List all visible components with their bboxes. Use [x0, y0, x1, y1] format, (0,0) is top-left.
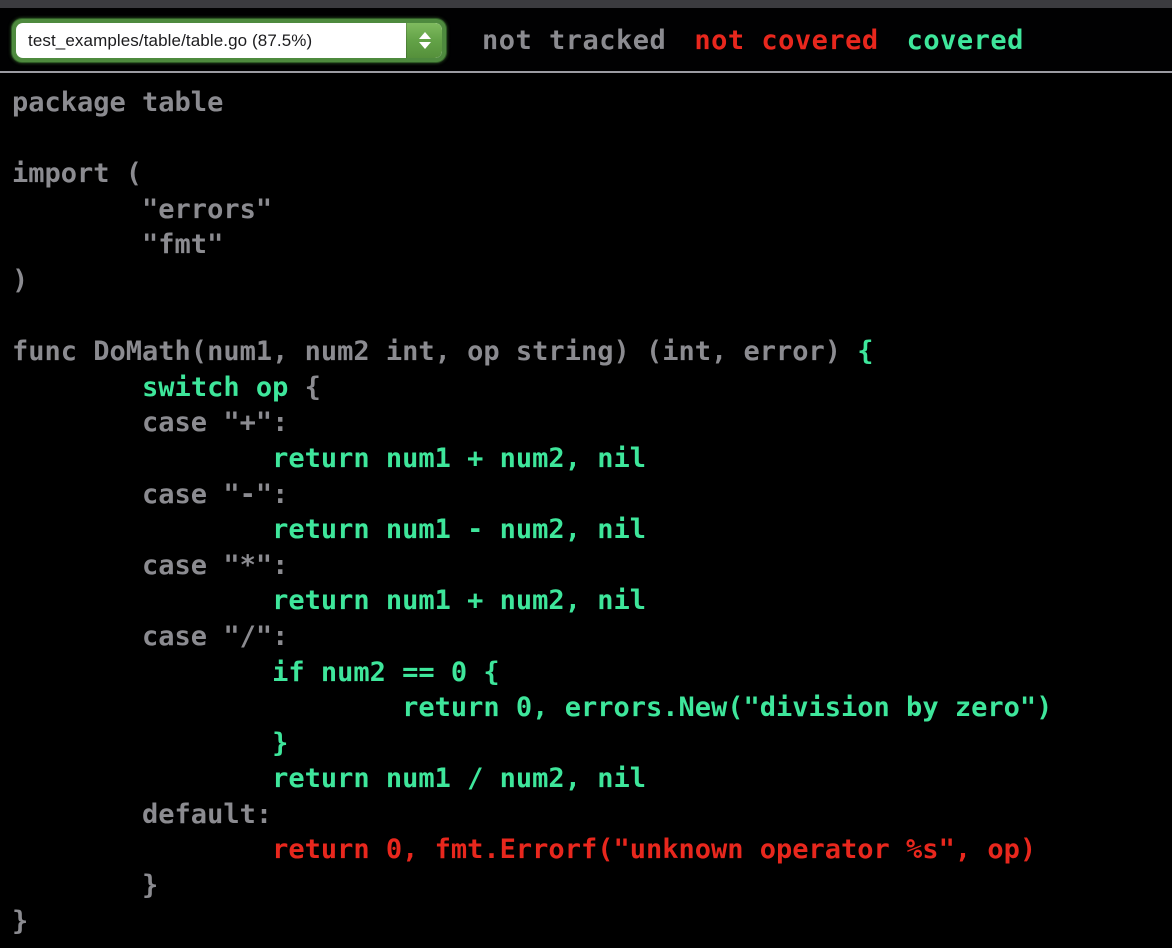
file-select-focus-ring: test_examples/table/table.go (87.5%) — [12, 19, 446, 62]
code-line: return 0, errors.New("division by zero") — [12, 690, 1172, 726]
code-segment-not-tracked: ) — [12, 264, 29, 296]
code-segment-not-tracked: case "/": — [12, 620, 289, 652]
window-title-strip — [0, 0, 1172, 8]
code-line: return num1 / num2, nil — [12, 761, 1172, 797]
code-segment-not-tracked: } — [12, 870, 159, 902]
code-line: } — [12, 904, 1172, 940]
code-segment-not-tracked — [12, 763, 272, 794]
coverage-legend: not tracked not covered covered — [482, 25, 1024, 56]
code-line: package table — [12, 85, 1172, 121]
code-segment-not-tracked: case "+": — [12, 407, 289, 439]
code-segment-not-tracked: "errors" — [12, 193, 273, 225]
code-segment-not-tracked: } — [12, 905, 29, 937]
code-segment-not-tracked — [12, 657, 272, 688]
file-select[interactable]: test_examples/table/table.go (87.5%) — [16, 23, 442, 58]
code-line: } — [12, 726, 1172, 762]
code-segment-not-tracked — [12, 728, 272, 759]
legend-item-not-tracked: not tracked — [482, 25, 667, 56]
code-line: return 0, fmt.Errorf("unknown operator %… — [12, 832, 1172, 868]
code-line: import ( — [12, 156, 1172, 192]
chevron-down-icon — [418, 42, 431, 49]
code-segment-covered: if num2 == 0 { — [272, 656, 500, 688]
code-segment-covered: } — [272, 727, 289, 759]
code-segment-not-tracked — [12, 443, 272, 474]
code-line: switch op { — [12, 370, 1172, 406]
code-line: "errors" — [12, 192, 1172, 228]
code-line: return num1 - num2, nil — [12, 512, 1172, 548]
code-segment-covered: return num1 + num2, nil — [272, 442, 646, 474]
code-line: return num1 + num2, nil — [12, 441, 1172, 477]
legend-item-not-covered: not covered — [694, 25, 879, 56]
code-segment-not-covered: return 0, fmt.Errorf("unknown operator %… — [272, 834, 1037, 866]
code-segment-not-tracked — [12, 834, 272, 865]
code-line: case "-": — [12, 477, 1172, 513]
code-segment-not-tracked: default: — [12, 798, 273, 830]
code-segment-not-tracked — [12, 514, 272, 545]
code-segment-not-tracked: "fmt" — [12, 229, 224, 261]
code-line: case "/": — [12, 619, 1172, 655]
code-line: "fmt" — [12, 227, 1172, 263]
code-segment-not-tracked: import ( — [12, 158, 143, 190]
code-segment-covered: { — [857, 336, 874, 368]
code-line: ) — [12, 263, 1172, 299]
code-line: if num2 == 0 { — [12, 655, 1172, 691]
code-segment-not-tracked — [12, 372, 142, 403]
file-select-stepper[interactable] — [406, 23, 442, 58]
code-line: case "*": — [12, 548, 1172, 584]
code-segment-covered: return num1 / num2, nil — [272, 763, 646, 795]
code-segment-not-tracked — [12, 585, 272, 616]
code-segment-covered: return num1 + num2, nil — [272, 585, 646, 617]
code-line: default: — [12, 797, 1172, 833]
code-segment-not-tracked: package table — [12, 87, 224, 118]
code-segment-covered: return num1 - num2, nil — [272, 514, 646, 546]
code-segment-not-tracked: { — [288, 371, 321, 403]
coverage-header-bar: test_examples/table/table.go (87.5%) not… — [0, 8, 1172, 73]
chevron-up-icon — [418, 32, 431, 39]
code-segment-not-tracked: case "*": — [12, 549, 289, 581]
code-line: } — [12, 868, 1172, 904]
code-segment-covered: return 0, errors.New("division by zero") — [402, 692, 1053, 724]
code-segment-not-tracked: func DoMath(num1, num2 int, op string) (… — [12, 336, 858, 368]
code-line: case "+": — [12, 405, 1172, 441]
code-segment-not-tracked — [12, 692, 402, 723]
legend-item-covered: covered — [906, 25, 1024, 56]
code-segment-not-tracked: case "-": — [12, 478, 289, 510]
file-select-selected-label: test_examples/table/table.go (87.5%) — [28, 30, 313, 50]
code-line: return num1 + num2, nil — [12, 583, 1172, 619]
source-code-view[interactable]: package table import ( "errors" "fmt") fun… — [0, 73, 1172, 946]
code-segment-covered: switch op — [142, 371, 289, 403]
code-line: func DoMath(num1, num2 int, op string) (… — [12, 334, 1172, 370]
